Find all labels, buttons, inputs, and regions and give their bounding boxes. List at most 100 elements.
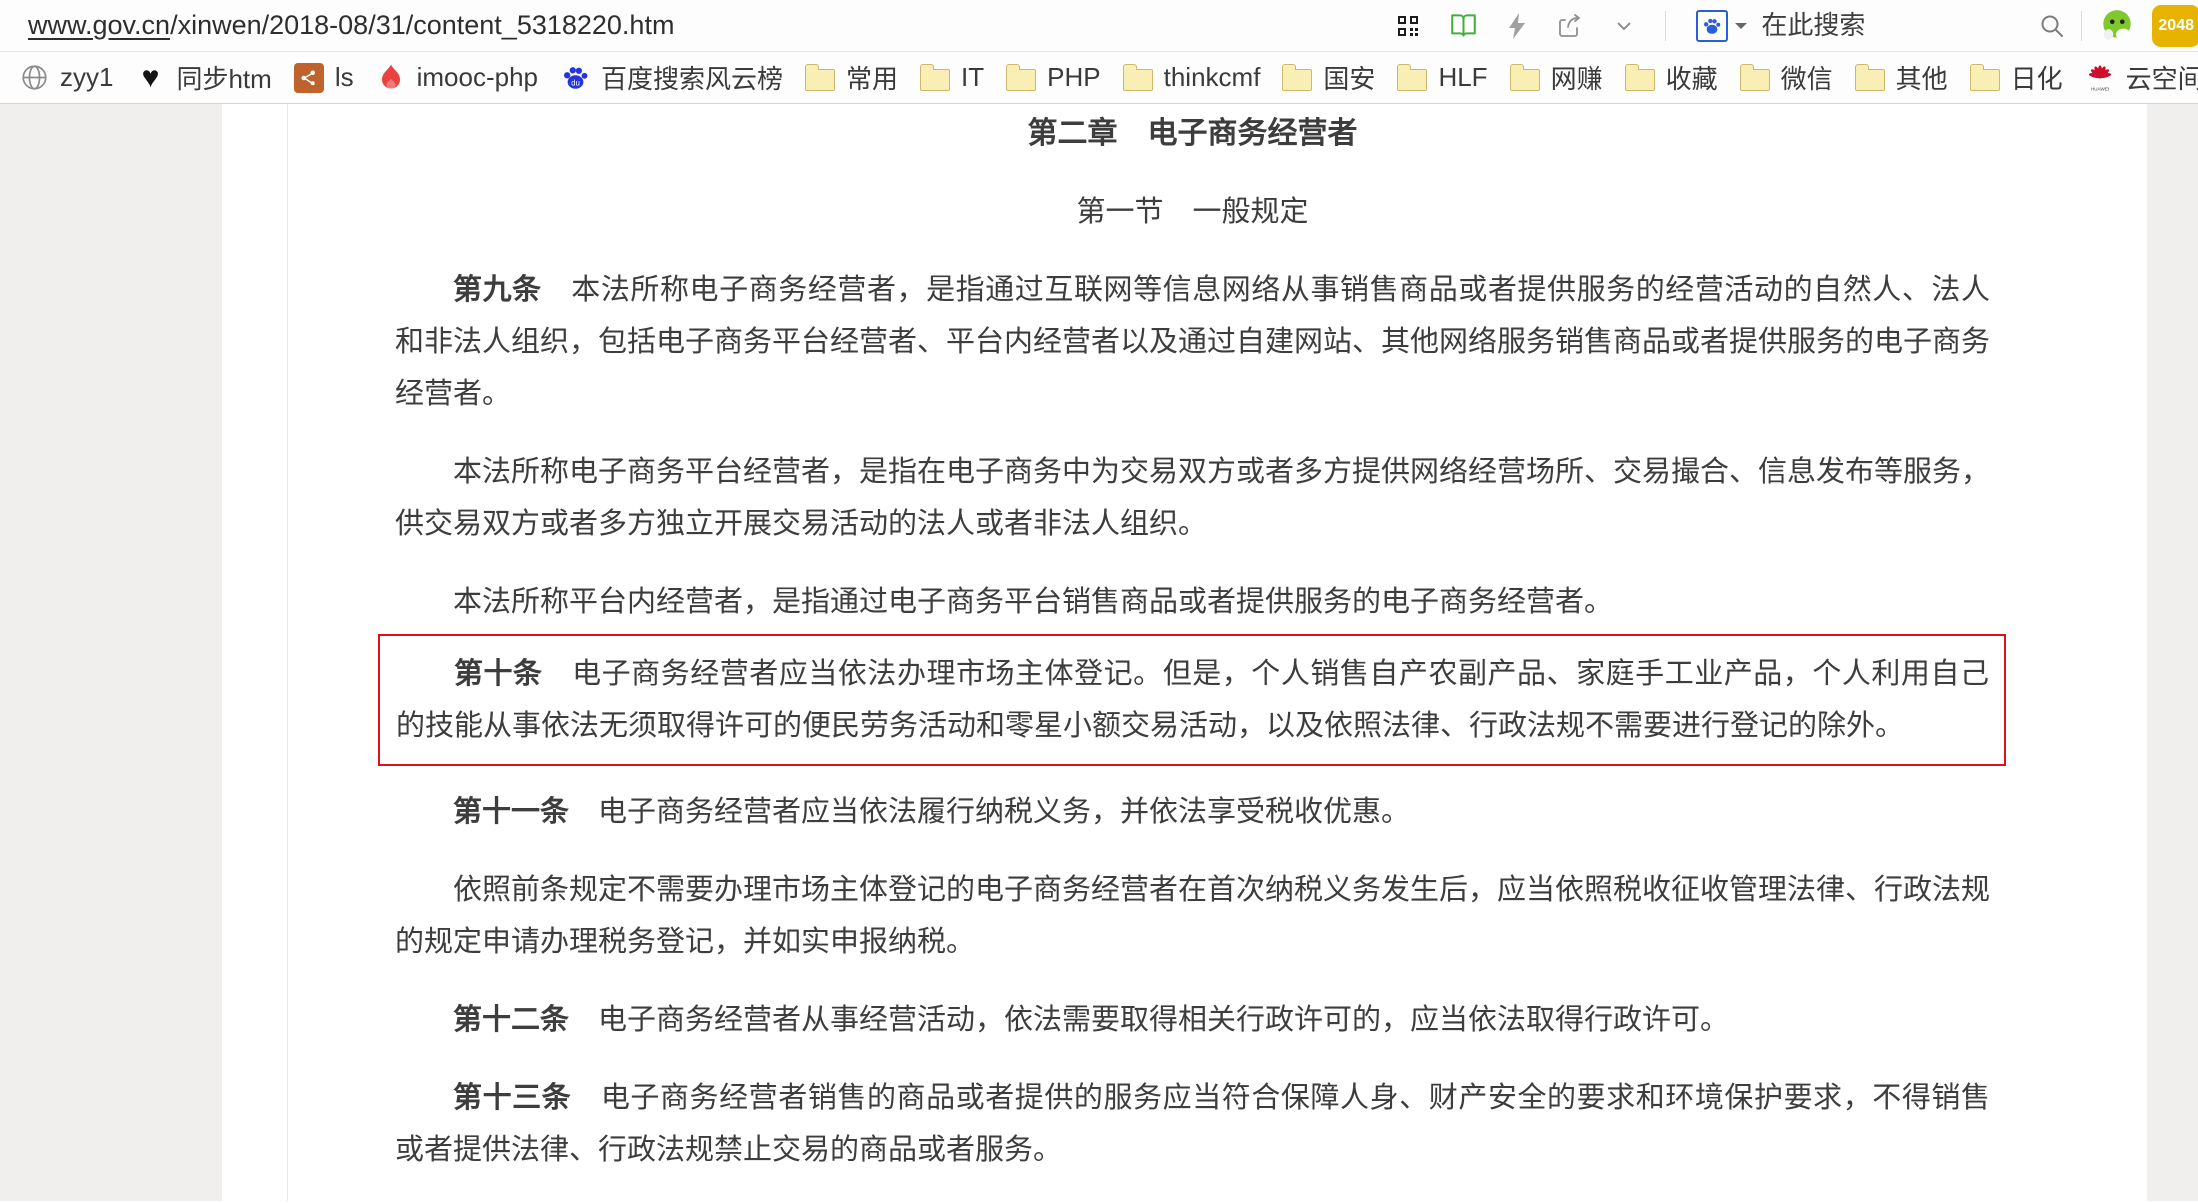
paragraph-text: 本法所称平台内经营者，是指通过电子商务平台销售商品或者提供服务的电子商务经营者。 [453, 586, 1613, 618]
extension-badge-2048[interactable]: 2048 [2152, 5, 2198, 47]
bookmark-label: imooc-php [417, 62, 538, 93]
chevron-down-icon[interactable] [1613, 15, 1635, 37]
folder-icon [1006, 69, 1036, 91]
section-title: 第一节 一般规定 [395, 186, 1990, 238]
toolbar-actions: 2048 [1396, 5, 2188, 47]
bookmark-label: thinkcmf [1164, 62, 1261, 93]
share-node-icon [294, 63, 324, 93]
bookmark-label: 国安 [1323, 59, 1375, 96]
toolbar-divider [2081, 11, 2082, 41]
paragraph-text: 电子商务经营者从事经营活动，依法需要取得相关行政许可的，应当依法取得行政许可。 [598, 1004, 1729, 1036]
bookmark-folder-rihua[interactable]: 日化 [1959, 52, 2074, 103]
baidu-engine-icon[interactable] [1696, 10, 1728, 42]
webpage-canvas: 第二章 电子商务经营者 第一节 一般规定 第九条 本法所称电子商务经营者，是指通… [222, 104, 2147, 1201]
browser-viewport: 第二章 电子商务经营者 第一节 一般规定 第九条 本法所称电子商务经营者，是指通… [0, 104, 2198, 1201]
article-number: 第十二条 [453, 1004, 598, 1036]
bookmark-label: IT [961, 62, 984, 93]
toolbar-tail: 2048 [2081, 5, 2188, 47]
bookmark-folder-guoan[interactable]: 国安 [1271, 52, 1386, 103]
article-number: 第九条 [453, 274, 571, 306]
bookmark-folder-wangzhuan[interactable]: 网赚 [1499, 52, 1614, 103]
bookmark-label: HLF [1438, 62, 1487, 93]
paragraph-article-9: 第九条 本法所称电子商务经营者，是指通过互联网等信息网络从事销售商品或者提供服务… [395, 264, 1990, 420]
bookmark-label: 百度搜索风云榜 [601, 59, 783, 96]
bookmark-label: 微信 [1781, 59, 1833, 96]
folder-icon [1123, 69, 1153, 91]
bookmark-label: 常用 [846, 59, 898, 96]
user-avatar[interactable] [2098, 7, 2136, 45]
bookmark-label: 日化 [2011, 59, 2063, 96]
paragraph-text: 电子商务经营者应当依法办理市场主体登记。但是，个人销售自产农副产品、家庭手工业产… [396, 658, 1989, 742]
qrcode-icon[interactable] [1396, 14, 1420, 38]
article-number: 第十三条 [453, 1082, 601, 1114]
bookmark-label: 其他 [1896, 59, 1948, 96]
share-icon[interactable] [1557, 13, 1583, 38]
bookmark-folder-it[interactable]: IT [909, 52, 995, 103]
paragraph-article-10: 第十条 电子商务经营者应当依法办理市场主体登记。但是，个人销售自产农副产品、家庭… [396, 648, 1989, 752]
bookmark-folder-php[interactable]: PHP [995, 52, 1111, 103]
url-path: /xinwen/2018-08/31/content_5318220.htm [170, 10, 674, 40]
paragraph-text: 电子商务经营者应当依法履行纳税义务，并依法享受税收优惠。 [598, 796, 1410, 828]
engine-caret-icon[interactable] [1735, 23, 1747, 35]
bookmark-folder-shoucang[interactable]: 收藏 [1614, 52, 1729, 103]
bookmark-tongbu-htm[interactable]: ♥ 同步htm [124, 52, 282, 103]
bookmark-label: zyy1 [60, 62, 113, 93]
paragraph: 依照前条规定不需要办理市场主体登记的电子商务经营者在首次纳税义务发生后，应当依照… [395, 864, 1990, 968]
bookmark-baidu-fengyunbang[interactable]: du 百度搜索风云榜 [549, 52, 794, 103]
highlight-box-article-10: 第十条 电子商务经营者应当依法办理市场主体登记。但是，个人销售自产农副产品、家庭… [378, 634, 2006, 766]
chapter-title: 第二章 电子商务经营者 [395, 108, 1990, 160]
search-icon[interactable] [2039, 13, 2065, 39]
article-number: 第十一条 [453, 796, 598, 828]
bookmark-folder-hlf[interactable]: HLF [1386, 52, 1498, 103]
folder-icon [1282, 69, 1312, 91]
bookmark-folder-weixin[interactable]: 微信 [1729, 52, 1844, 103]
bookmark-folder-thinkcmf[interactable]: thinkcmf [1112, 52, 1272, 103]
bookmark-label: 云空间 [2126, 59, 2198, 96]
lightning-icon[interactable] [1507, 13, 1527, 39]
bookmark-folder-changyong[interactable]: 常用 [794, 52, 909, 103]
huawei-logo-icon: HUAWEI [2085, 63, 2115, 93]
paragraph-article-12: 第十二条 电子商务经营者从事经营活动，依法需要取得相关行政许可的，应当依法取得行… [395, 994, 1990, 1046]
folder-icon [1855, 69, 1885, 91]
bookmarks-bar: zyy1 ♥ 同步htm ls imooc-php du 百度搜索风云榜 常用 … [0, 52, 2198, 104]
folder-icon [1970, 69, 2000, 91]
heart-icon: ♥ [135, 63, 165, 93]
paragraph-text: 电子商务经营者销售的商品或者提供的服务应当符合保障人身、财产安全的要求和环境保护… [395, 1082, 1990, 1166]
baidu-search-box [1696, 10, 2065, 42]
folder-icon [1625, 69, 1655, 91]
paragraph-text: 本法所称电子商务经营者，是指通过互联网等信息网络从事销售商品或者提供服务的经营活… [395, 274, 1990, 410]
flame-icon [376, 63, 406, 93]
paragraph: 本法所称电子商务平台经营者，是指在电子商务中为交易双方或者多方提供网络经营场所、… [395, 446, 1990, 550]
folder-icon [1740, 69, 1770, 91]
url-text[interactable]: www.gov.cn/xinwen/2018-08/31/content_531… [28, 10, 674, 41]
bookmark-huawei-cloud[interactable]: HUAWEI 云空间 [2074, 52, 2198, 103]
paragraph-text: 依照前条规定不需要办理市场主体登记的电子商务经营者在首次纳税义务发生后，应当依照… [395, 874, 1990, 958]
bookmark-label: 网赚 [1551, 59, 1603, 96]
bookmark-zyy1[interactable]: zyy1 [8, 52, 124, 103]
bookmark-label: 收藏 [1666, 59, 1718, 96]
address-bar: www.gov.cn/xinwen/2018-08/31/content_531… [0, 0, 2198, 52]
toolbar-search-input[interactable] [1761, 10, 2039, 41]
bookmark-imooc-php[interactable]: imooc-php [365, 52, 549, 103]
folder-icon [1397, 69, 1427, 91]
folder-icon [920, 69, 950, 91]
folder-icon [805, 69, 835, 91]
paragraph: 本法所称平台内经营者，是指通过电子商务平台销售商品或者提供服务的电子商务经营者。 [395, 576, 1990, 628]
bookmark-label: 同步htm [176, 59, 271, 96]
folder-icon [1510, 69, 1540, 91]
paragraph-article-11: 第十一条 电子商务经营者应当依法履行纳税义务，并依法享受税收优惠。 [395, 786, 1990, 838]
bookmark-label: ls [335, 62, 354, 93]
paragraph-article-13: 第十三条 电子商务经营者销售的商品或者提供的服务应当符合保障人身、财产安全的要求… [395, 1072, 1990, 1176]
baidu-paw-icon: du [560, 63, 590, 93]
bookmark-label: PHP [1047, 62, 1100, 93]
bookmark-ls[interactable]: ls [283, 52, 365, 103]
url-domain: www.gov.cn [28, 10, 170, 40]
svg-text:HUAWEI: HUAWEI [2090, 87, 2109, 92]
toolbar-divider [1665, 11, 1666, 41]
paragraph-text: 本法所称电子商务平台经营者，是指在电子商务中为交易双方或者多方提供网络经营场所、… [395, 456, 1990, 540]
bookmark-folder-qita[interactable]: 其他 [1844, 52, 1959, 103]
svg-text:du: du [571, 78, 580, 87]
reading-mode-book-icon[interactable] [1450, 12, 1477, 39]
globe-icon [19, 63, 49, 93]
article-number: 第十条 [454, 658, 572, 690]
